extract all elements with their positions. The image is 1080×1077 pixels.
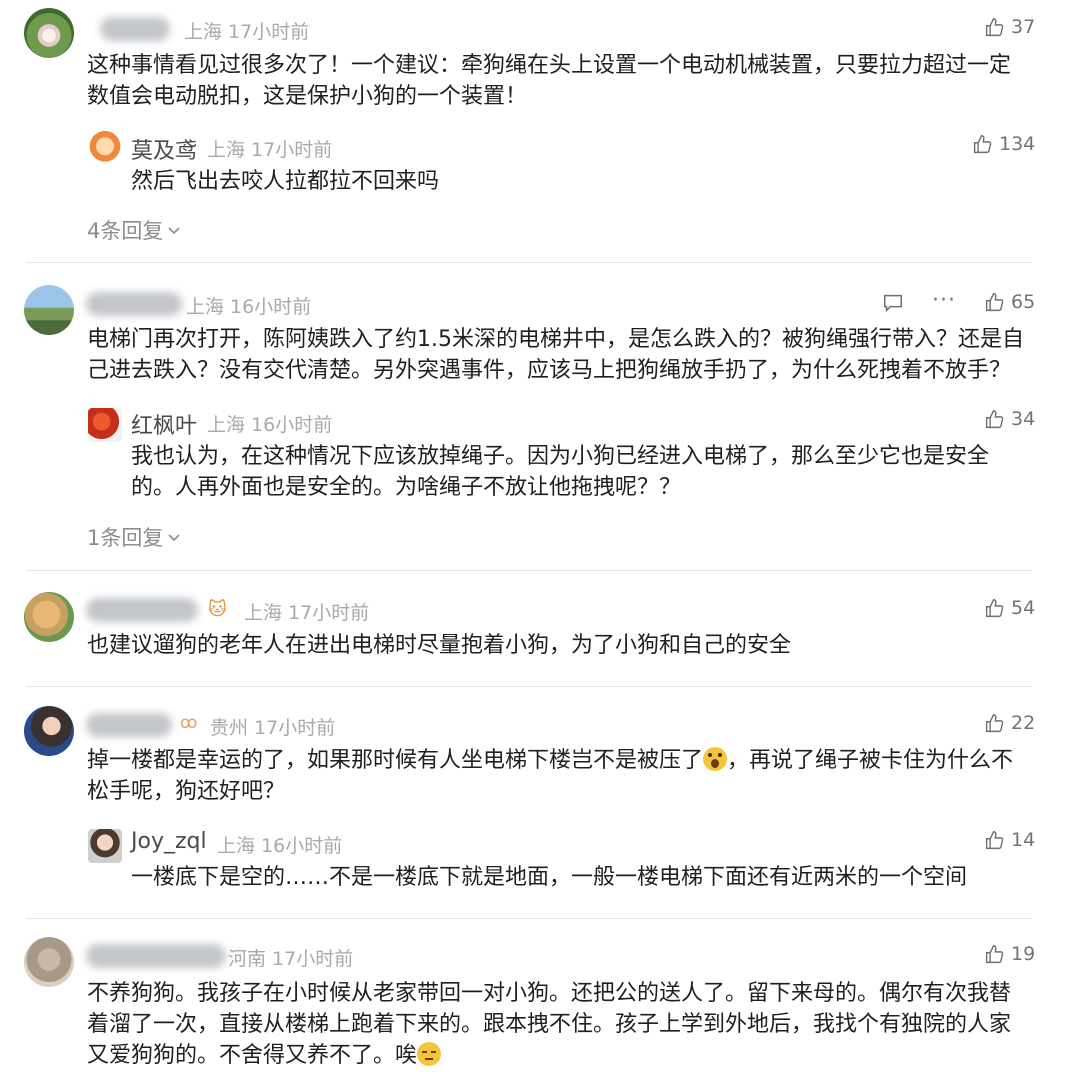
- more-options-button[interactable]: ···: [932, 288, 956, 313]
- like-count: 34: [1011, 408, 1036, 430]
- username-blurred[interactable]: [86, 292, 182, 316]
- like-count: 14: [1011, 829, 1036, 851]
- divider: [26, 262, 1032, 263]
- comment-meta: 上海 17小时前: [184, 21, 310, 43]
- like-count: 54: [1011, 597, 1036, 619]
- thumbs-up-icon: [973, 134, 992, 153]
- like-button[interactable]: 22: [984, 712, 1035, 734]
- comment-text-line: 不养狗狗。我孩子在小时候从老家带回一对小狗。还把公的送人了。留下来母的。偶尔有次…: [87, 981, 1012, 1006]
- chevron-down-icon: [168, 227, 180, 235]
- avatar[interactable]: [24, 285, 74, 335]
- ellipsis-icon: ···: [932, 288, 956, 313]
- reply-username[interactable]: Joy_zql: [131, 829, 207, 854]
- comment-text-line: 掉一楼都是幸运的了，如果那时候有人坐电梯下楼岂不是被压了 ，再说了绳子被卡住为什么…: [87, 745, 1047, 776]
- reply-meta: 上海 16小时前: [207, 414, 333, 436]
- divider: [26, 686, 1032, 687]
- avatar[interactable]: [24, 592, 74, 642]
- comment-text: 这种事情看见过很多次了！一个建议：牵狗绳在头上设置一个电动机械装置，只要拉力超过…: [87, 50, 1047, 112]
- comment-text-line: 数值会电动脱扣，这是保护小狗的一个装置！: [87, 84, 528, 109]
- username-blurred[interactable]: [86, 713, 172, 737]
- thumbs-up-icon: [985, 598, 1004, 617]
- comment-text-line: 松手呢，狗还好吧？: [87, 779, 286, 804]
- divider: [26, 918, 1032, 919]
- reply-like-button[interactable]: 34: [984, 408, 1035, 430]
- comment-text-segment: 又爱狗狗的。不舍得又养不了。唉: [87, 1043, 418, 1068]
- like-count: 65: [1011, 291, 1036, 313]
- comment-text: 也建议遛狗的老年人在进出电梯时尽量抱着小狗，为了小狗和自己的安全: [87, 633, 792, 658]
- pensive-face-emoji-icon: [417, 1042, 442, 1066]
- like-count: 22: [1011, 712, 1036, 734]
- reply-text-line: 的。人再外面也是安全的。为啥绳子不放让他拖拽呢？？: [131, 475, 682, 500]
- more-replies-button[interactable]: 1条回复: [87, 522, 181, 552]
- thumbs-up-icon: [985, 944, 1004, 963]
- thumbs-up-icon: [985, 17, 1004, 36]
- comment-text-line: 电梯门再次打开，陈阿姨跌入了约1.5米深的电梯井中，是怎么跌入的？被狗绳强行带入…: [87, 327, 1024, 352]
- like-button[interactable]: 65: [984, 291, 1035, 313]
- comment-text-line: 这种事情看见过很多次了！一个建议：牵狗绳在头上设置一个电动机械装置，只要拉力超过…: [87, 53, 1012, 78]
- reply-avatar[interactable]: [88, 131, 122, 165]
- comment-text: 不养狗狗。我孩子在小时候从老家带回一对小狗。还把公的送人了。留下来母的。偶尔有次…: [87, 978, 1047, 1071]
- reply-meta: 上海 17小时前: [207, 139, 333, 161]
- avatar[interactable]: [24, 8, 74, 58]
- reply-username[interactable]: 红枫叶: [131, 408, 197, 440]
- screaming-face-emoji-icon: [703, 747, 728, 771]
- comment-text: 电梯门再次打开，陈阿姨跌入了约1.5米深的电梯井中，是怎么跌入的？被狗绳强行带入…: [87, 324, 1047, 386]
- like-button[interactable]: 54: [984, 597, 1035, 619]
- more-replies-label: 1条回复: [87, 526, 164, 550]
- reply-username[interactable]: 莫及鸢: [131, 133, 197, 165]
- reply-button[interactable]: [882, 292, 904, 318]
- reply-meta: 上海 16小时前: [217, 835, 343, 857]
- comment-text: 掉一楼都是幸运的了，如果那时候有人坐电梯下楼岂不是被压了 ，再说了绳子被卡住为什么…: [87, 745, 1047, 807]
- username-blurred[interactable]: [86, 598, 198, 622]
- reply-like-button[interactable]: 134: [972, 133, 1035, 155]
- comment-text-segment: 掉一楼都是幸运的了，如果那时候有人坐电梯下楼岂不是被压了: [87, 748, 704, 773]
- like-count: 37: [1011, 16, 1036, 38]
- reply-avatar[interactable]: [88, 829, 122, 863]
- reply-text: 然后飞出去咬人拉都拉不回来吗: [131, 169, 440, 194]
- reply-like-button[interactable]: 14: [984, 829, 1035, 851]
- more-replies-label: 4条回复: [87, 219, 164, 243]
- username-blurred[interactable]: [86, 944, 226, 968]
- chevron-down-icon: [168, 534, 180, 542]
- avatar[interactable]: [24, 937, 74, 987]
- reply-text: 我也认为，在这种情况下应该放掉绳子。因为小狗已经进入电梯了，那么至少它也是安全 …: [131, 441, 1031, 503]
- like-button[interactable]: 37: [984, 16, 1035, 38]
- reply-text-line: 我也认为，在这种情况下应该放掉绳子。因为小狗已经进入电梯了，那么至少它也是安全: [131, 444, 990, 469]
- badge-icon: ꝏ: [180, 713, 198, 733]
- thumbs-up-icon: [985, 830, 1004, 849]
- comment-text-line: 己进去跌入？没有交代清楚。另外突遇事件，应该马上把狗绳放手扔了，为什么死拽着不放…: [87, 358, 1012, 383]
- like-count: 134: [999, 133, 1036, 155]
- reply-avatar[interactable]: [88, 408, 122, 442]
- comment-text-line: 着溜了一次，直接从楼梯上跑着下来的。跟本拽不住。孩子上学到外地后，我找个有独院的…: [87, 1012, 1012, 1037]
- avatar[interactable]: [24, 706, 74, 756]
- divider: [26, 570, 1032, 571]
- badge-icon: 🐱: [208, 599, 227, 620]
- comment-meta: 上海 17小时前: [244, 602, 370, 624]
- comment-meta: 上海 16小时前: [186, 296, 312, 318]
- comment-meta: 河南 17小时前: [228, 948, 354, 970]
- comment-meta: 贵州 17小时前: [210, 717, 336, 739]
- like-button[interactable]: 19: [984, 943, 1035, 965]
- username-blurred[interactable]: [100, 17, 170, 41]
- comment-text-line: 又爱狗狗的。不舍得又养不了。唉: [87, 1040, 1047, 1071]
- reply-text: 一楼底下是空的……不是一楼底下就是地面，一般一楼电梯下面还有近两米的一个空间: [131, 865, 968, 890]
- comment-text-segment: ，再说了绳子被卡住为什么不: [727, 748, 1014, 773]
- more-replies-button[interactable]: 4条回复: [87, 215, 181, 245]
- like-count: 19: [1011, 943, 1036, 965]
- thumbs-up-icon: [985, 409, 1004, 428]
- thumbs-up-icon: [985, 292, 1004, 311]
- comment-icon: [884, 294, 902, 313]
- thumbs-up-icon: [985, 713, 1004, 732]
